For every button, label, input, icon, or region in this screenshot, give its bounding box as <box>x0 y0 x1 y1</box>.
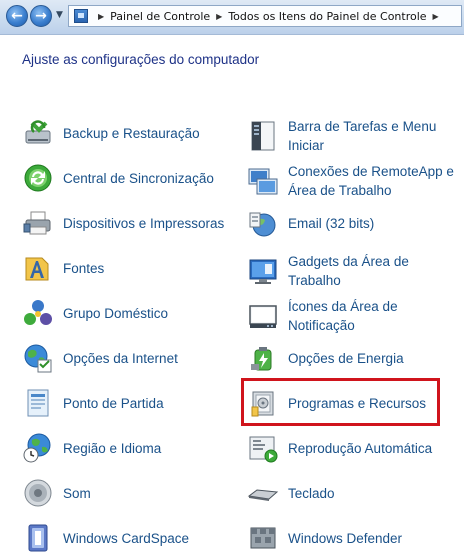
sync-icon <box>22 162 54 194</box>
item-region-language[interactable]: Região e Idioma <box>22 432 161 464</box>
breadcrumb-separator-icon[interactable]: ▶ <box>433 12 439 21</box>
breadcrumb-item-todos[interactable]: Todos os Itens do Painel de Controle <box>228 10 426 23</box>
item-remoteapp[interactable]: Conexões de RemoteApp e Área de Trabalho <box>247 162 460 200</box>
defender-icon <box>247 522 279 554</box>
item-label: Gadgets da Área de Trabalho <box>288 254 409 288</box>
address-bar: ← → ▼ ▶ Painel de Controle ▶ Todos os It… <box>0 0 464 35</box>
item-label: Dispositivos e Impressoras <box>63 215 225 231</box>
autoplay-icon <box>247 432 279 464</box>
recent-pages-chevron-icon[interactable]: ▼ <box>56 10 63 20</box>
item-label: Região e Idioma <box>63 440 162 456</box>
item-label: Ponto de Partida <box>63 395 164 411</box>
item-label: Backup e Restauração <box>63 125 200 141</box>
homegroup-icon <box>22 297 54 329</box>
item-keyboard[interactable]: Teclado <box>247 477 335 509</box>
email-icon <box>247 207 279 239</box>
item-sync-center[interactable]: Central de Sincronização <box>22 162 214 194</box>
item-label: Opções de Energia <box>288 350 404 366</box>
item-label: Windows Defender <box>288 530 403 546</box>
item-windows-cardspace[interactable]: Windows CardSpace <box>22 522 189 554</box>
breadcrumb-separator-icon[interactable]: ▶ <box>216 12 222 21</box>
item-label: Reprodução Automática <box>288 440 433 456</box>
arrow-left-icon: ← <box>11 8 23 24</box>
breadcrumb-item-painel[interactable]: Painel de Controle <box>110 10 210 23</box>
item-label: Teclado <box>288 485 335 501</box>
item-power-options[interactable]: Opções de Energia <box>247 342 404 374</box>
getting-started-icon <box>22 387 54 419</box>
breadcrumb[interactable]: ▶ Painel de Controle ▶ Todos os Itens do… <box>68 5 462 27</box>
item-label: Central de Sincronização <box>63 170 214 186</box>
page-title: Ajuste as configurações do computador <box>22 52 260 67</box>
item-devices-printers[interactable]: Dispositivos e Impressoras <box>22 207 224 239</box>
item-label: Email (32 bits) <box>288 215 375 231</box>
item-email[interactable]: Email (32 bits) <box>247 207 374 239</box>
item-backup[interactable]: Backup e Restauração <box>22 117 200 149</box>
control-panel-icon <box>74 9 88 23</box>
item-label: Fontes <box>63 260 105 276</box>
power-icon <box>247 342 279 374</box>
notification-icon <box>247 300 279 332</box>
item-label: Barra de Tarefas e Menu Iniciar <box>288 119 437 153</box>
item-autoplay[interactable]: Reprodução Automática <box>247 432 432 464</box>
item-label: Som <box>63 485 91 501</box>
arrow-right-icon: → <box>35 8 47 24</box>
item-taskbar-start-menu[interactable]: Barra de Tarefas e Menu Iniciar <box>247 117 448 155</box>
breadcrumb-separator-icon[interactable]: ▶ <box>98 12 104 21</box>
fonts-icon <box>22 252 54 284</box>
item-getting-started[interactable]: Ponto de Partida <box>22 387 164 419</box>
printer-icon <box>22 207 54 239</box>
item-label: Ícones da Área de Notificação <box>288 299 398 333</box>
forward-button[interactable]: → <box>30 5 52 27</box>
sound-icon <box>22 477 54 509</box>
backup-icon <box>22 117 54 149</box>
item-notification-icons[interactable]: Ícones da Área de Notificação <box>247 297 428 335</box>
item-windows-defender[interactable]: Windows Defender <box>247 522 402 554</box>
item-label: Conexões de RemoteApp e Área de Trabalho <box>288 164 454 198</box>
item-label: Grupo Doméstico <box>63 305 169 321</box>
item-label: Opções da Internet <box>63 350 178 366</box>
item-fonts[interactable]: Fontes <box>22 252 104 284</box>
item-gadgets[interactable]: Gadgets da Área de Trabalho <box>247 252 428 290</box>
cardspace-icon <box>22 522 54 554</box>
item-label: Windows CardSpace <box>63 530 190 546</box>
gadgets-icon <box>247 255 279 287</box>
taskbar-icon <box>247 120 279 152</box>
keyboard-icon <box>247 477 279 509</box>
internet-icon <box>22 342 54 374</box>
item-homegroup[interactable]: Grupo Doméstico <box>22 297 168 329</box>
item-internet-options[interactable]: Opções da Internet <box>22 342 178 374</box>
highlight-box <box>241 378 440 426</box>
remoteapp-icon <box>247 165 279 197</box>
back-button[interactable]: ← <box>6 5 28 27</box>
item-sound[interactable]: Som <box>22 477 91 509</box>
region-icon <box>22 432 54 464</box>
